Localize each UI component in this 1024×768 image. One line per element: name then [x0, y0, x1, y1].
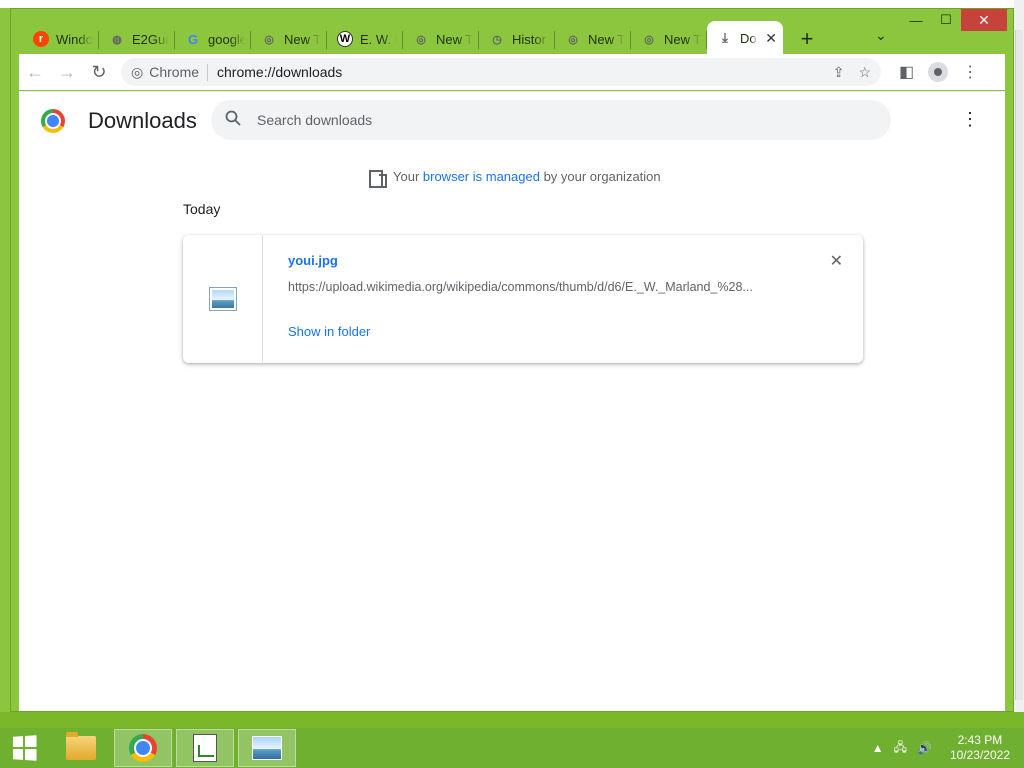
close-window-button[interactable]: ✕	[961, 9, 1007, 31]
browser-tab[interactable]: W E. W. M	[327, 23, 403, 55]
tab-title: Histor	[512, 31, 546, 47]
site-chip-label: Chrome	[149, 64, 200, 80]
chrome-icon: ◎	[568, 33, 578, 46]
start-button[interactable]	[0, 728, 48, 768]
tab-title: E2Gua	[132, 31, 169, 47]
photo-viewer-icon	[252, 736, 282, 760]
browser-tab[interactable]: ◍ E2Gua	[99, 23, 175, 55]
window-controls: — ☐ ✕	[901, 9, 1007, 31]
search-downloads-box[interactable]	[211, 100, 891, 140]
clock-date: 10/23/2022	[949, 748, 1010, 762]
download-item: youi.jpg https://upload.wikimedia.org/wi…	[183, 235, 863, 363]
search-downloads-input[interactable]	[257, 112, 857, 128]
new-tab-button[interactable]: +	[789, 23, 825, 55]
desktop-top-edge	[0, 0, 1024, 8]
downloads-page: Downloads ⋮ Your browser is managed by y…	[19, 91, 1005, 711]
taskbar-task-manager[interactable]	[176, 729, 234, 767]
tab-title: Windo	[56, 31, 93, 47]
show-in-folder-link[interactable]: Show in folder	[288, 324, 370, 339]
managed-suffix: by your organization	[539, 168, 661, 184]
search-icon	[225, 110, 245, 131]
chrome-icon	[129, 734, 157, 762]
taskbar-file-explorer[interactable]	[52, 729, 110, 767]
windows-logo-icon	[12, 735, 37, 761]
site-info-chip[interactable]: ◎ Chrome	[131, 63, 209, 81]
desktop-scrollbar[interactable]	[1014, 0, 1024, 712]
network-icon[interactable]: 🖧	[894, 738, 907, 759]
volume-icon[interactable]: 🔊	[917, 741, 932, 755]
tab-title: New Ta	[588, 31, 625, 47]
share-icon[interactable]: ⇪	[833, 64, 845, 81]
tab-title: New Ta	[284, 31, 321, 47]
download-filename-link[interactable]: youi.jpg	[288, 253, 338, 268]
page-title: Downloads	[88, 108, 197, 133]
globe-icon: ◍	[112, 33, 122, 46]
desktop-background	[0, 712, 1024, 728]
google-icon: G	[187, 31, 199, 47]
tab-title: E. W. M	[360, 31, 397, 47]
scrollbar-thumb[interactable]	[1015, 30, 1023, 700]
maximize-button[interactable]: ☐	[931, 9, 961, 31]
folder-icon	[66, 732, 96, 760]
image-file-icon	[208, 287, 237, 311]
downloads-more-actions-icon[interactable]: ⋮	[961, 110, 979, 128]
managed-browser-notice: Your browser is managed by your organiza…	[369, 168, 661, 188]
file-thumbnail	[183, 235, 263, 363]
tab-title: New Ta	[664, 31, 701, 47]
history-icon: ◷	[492, 33, 502, 46]
browser-menu-icon[interactable]: ⋮	[962, 62, 978, 82]
downloads-header: Downloads ⋮	[19, 92, 1005, 148]
forward-button[interactable]: →	[51, 56, 83, 88]
side-panel-icon[interactable]: ◧	[899, 62, 914, 82]
wikipedia-icon: W	[337, 31, 353, 47]
minimize-button[interactable]: —	[901, 9, 931, 31]
browser-tab[interactable]: ◎ New Ta	[403, 23, 479, 55]
windows-taskbar: ▲ 🖧 🔊 2:43 PM 10/23/2022	[0, 728, 1024, 768]
browser-tab[interactable]: ◷ Histor	[479, 23, 555, 55]
reload-button[interactable]: ↻	[83, 56, 115, 88]
browser-tab[interactable]: Ggoogle	[175, 23, 251, 55]
chrome-icon: ◎	[644, 33, 654, 46]
chrome-icon: ◎	[264, 33, 274, 46]
taskbar-photos[interactable]	[238, 729, 296, 767]
date-section-heading: Today	[183, 201, 221, 217]
download-source-url[interactable]: https://upload.wikimedia.org/wikipedia/c…	[288, 280, 788, 294]
browser-window: r Windo ◍ E2Gua Ggoogle ◎ New Ta W E. W. M ◎ New T…	[10, 8, 1014, 712]
chrome-logo-icon	[41, 109, 65, 133]
address-bar[interactable]: ◎ Chrome chrome://downloads ⇪ ☆	[121, 58, 881, 86]
browser-tab[interactable]: ◎ New Ta	[631, 23, 707, 55]
building-icon	[369, 168, 387, 188]
browser-tab[interactable]: ◎ New Ta	[555, 23, 631, 55]
remove-download-button[interactable]: ✕	[830, 251, 843, 271]
managed-link[interactable]: browser is managed	[423, 169, 540, 184]
download-icon: ⤓	[722, 30, 728, 45]
tab-strip: r Windo ◍ E2Gua Ggoogle ◎ New Ta W E. W. M ◎ New T…	[23, 19, 825, 55]
system-clock[interactable]: 2:43 PM 10/23/2022	[950, 733, 1010, 763]
title-bar: r Windo ◍ E2Gua Ggoogle ◎ New Ta W E. W. M ◎ New T…	[11, 9, 1013, 55]
browser-tab[interactable]: ◎ New Ta	[251, 23, 327, 55]
clock-time: 2:43 PM	[957, 733, 1003, 747]
url-text[interactable]: chrome://downloads	[217, 64, 342, 80]
tab-search-button[interactable]: ⌄	[875, 27, 887, 44]
reddit-icon: r	[33, 31, 49, 47]
taskbar-chrome[interactable]	[114, 729, 172, 767]
tab-title: google	[208, 31, 245, 47]
show-hidden-icons-icon[interactable]: ▲	[872, 741, 884, 755]
bookmark-star-icon[interactable]: ☆	[858, 64, 871, 81]
managed-prefix: Your	[393, 168, 423, 184]
browser-tab-active[interactable]: ⤓ Do ✕	[707, 21, 783, 55]
browser-tab[interactable]: r Windo	[23, 23, 99, 55]
task-manager-icon	[193, 734, 217, 762]
profile-avatar[interactable]	[928, 62, 949, 82]
tab-title: Do	[740, 30, 757, 46]
system-tray: ▲ 🖧 🔊 2:43 PM 10/23/2022	[872, 733, 1024, 763]
chrome-icon: ◎	[416, 33, 426, 46]
chrome-icon: ◎	[131, 63, 144, 80]
close-tab-icon[interactable]: ✕	[765, 30, 777, 47]
back-button[interactable]: ←	[19, 56, 51, 88]
browser-toolbar: ← → ↻ ◎ Chrome chrome://downloads ⇪ ☆ ◧ …	[19, 54, 1005, 90]
tab-title: New Ta	[436, 31, 473, 47]
